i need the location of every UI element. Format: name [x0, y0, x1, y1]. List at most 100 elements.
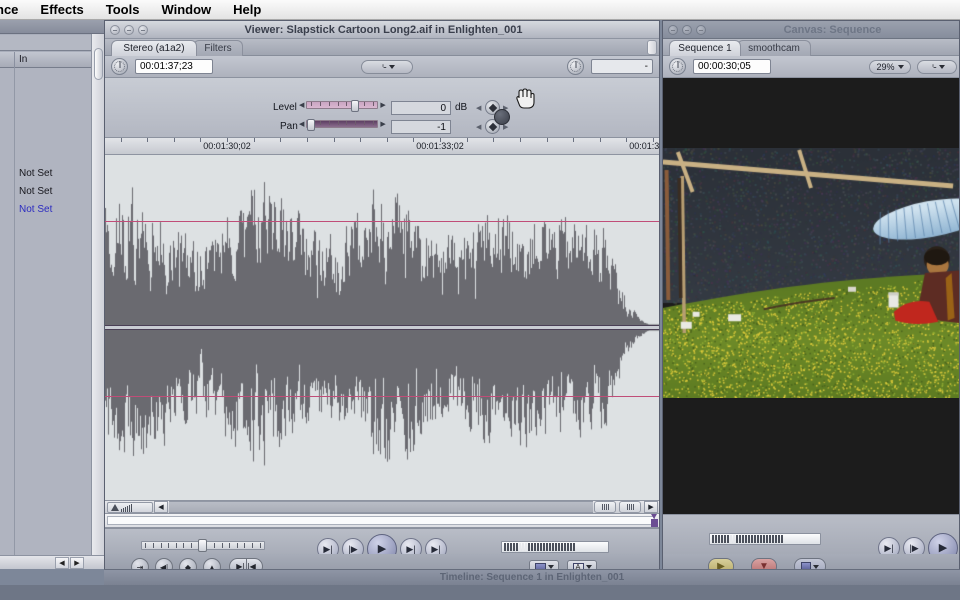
pan-decrease-icon[interactable]: ◀ — [299, 120, 304, 128]
zoom-level-label: 29% — [876, 62, 894, 72]
view-mode-icon: ⌎ — [379, 62, 385, 73]
ruler-tick — [467, 138, 468, 142]
column-divider — [14, 52, 15, 68]
list-item[interactable]: Not Set — [19, 204, 52, 215]
scroll-right-button[interactable]: ▶ — [70, 557, 84, 569]
menu-effects[interactable]: Effects — [29, 0, 94, 20]
scrollbar-track[interactable] — [169, 501, 593, 513]
pan-slider-thumb[interactable] — [307, 119, 315, 131]
canvas-timecode-dial-icon[interactable] — [669, 58, 686, 75]
menu-tools[interactable]: Tools — [95, 0, 151, 20]
chevron-down-icon — [813, 565, 819, 569]
waveform-channel-1[interactable] — [105, 155, 659, 325]
canvas-view-mode-button[interactable]: ⌎ — [917, 60, 957, 74]
viewer-current-timecode-field[interactable]: 00:01:37;23 — [135, 59, 213, 74]
zoom-button-icon[interactable] — [138, 25, 148, 35]
browser-item-list[interactable]: Not Set Not Set Not Set — [0, 68, 104, 558]
canvas-timecode-row: 00:00:30;05 29% ⌎ — [663, 56, 959, 78]
pan-keyframe-prev-icon[interactable]: ◀ — [476, 123, 481, 131]
canvas-title-bar[interactable]: Canvas: Sequence — [663, 21, 959, 39]
scroll-left-button[interactable]: ◀ — [154, 501, 168, 513]
viewer-window: Viewer: Slapstick Cartoon Long2.aif in E… — [104, 20, 660, 569]
level-slider-track[interactable] — [306, 101, 378, 109]
minimize-button-icon[interactable] — [682, 25, 692, 35]
window-controls[interactable] — [110, 25, 148, 35]
level-slider[interactable]: ◀ ▶ — [299, 101, 386, 109]
audio-waveform-display[interactable] — [105, 155, 659, 500]
viewer-scrubber-bar[interactable] — [105, 514, 659, 528]
viewer-tab-strip: Stereo (a1a2) Filters — [105, 39, 659, 56]
browser-horizontal-scrollbar[interactable]: ◀ ▶ — [0, 555, 104, 569]
level-decrease-icon[interactable]: ◀ — [299, 101, 304, 109]
timecode-dial-left-icon[interactable] — [111, 58, 128, 75]
viewer-time-ruler[interactable]: 00:01:30;02 00:01:33;02 00:01:36;02 — [105, 138, 659, 155]
ruler-label: 00:01:30;02 — [203, 141, 251, 151]
ruler-tick — [334, 138, 335, 142]
level-value-field[interactable]: 0 — [391, 101, 451, 115]
scrollbar-grip-right[interactable] — [619, 501, 641, 513]
canvas-window: Canvas: Sequence Sequence 1 smoothcam 00… — [662, 20, 960, 569]
tab-scroll-handle[interactable] — [647, 40, 657, 55]
viewer-title-text: Viewer: Slapstick Cartoon Long2.aif in E… — [148, 24, 619, 36]
zoom-slider[interactable] — [107, 502, 153, 513]
tab-stereo[interactable]: Stereo (a1a2) — [111, 40, 197, 56]
browser-column-header[interactable]: In — [0, 52, 104, 68]
ruler-tick — [520, 138, 521, 142]
menu-window[interactable]: Window — [150, 0, 222, 20]
canvas-current-timecode-field[interactable]: 00:00:30;05 — [693, 59, 771, 74]
list-item[interactable]: Not Set — [19, 186, 52, 197]
pan-slider-track[interactable] — [306, 120, 378, 128]
zoom-button-icon[interactable] — [696, 25, 706, 35]
video-frame-image — [663, 148, 959, 398]
scroll-right-button[interactable]: ▶ — [644, 501, 658, 513]
minimize-button-icon[interactable] — [124, 25, 134, 35]
browser-window: In Not Set Not Set Not Set ◀ ▶ — [0, 20, 104, 569]
canvas-zoom-menu[interactable]: 29% — [869, 60, 911, 74]
scrollbar-grip-left[interactable] — [594, 501, 616, 513]
timecode-dial-right-icon[interactable] — [567, 58, 584, 75]
scrollbar-thumb[interactable] — [94, 48, 103, 80]
shuttle-control[interactable] — [501, 541, 609, 553]
canvas-video-area[interactable] — [663, 78, 959, 514]
canvas-window-controls[interactable] — [668, 25, 706, 35]
timeline-window-title-bar[interactable]: Timeline: Sequence 1 in Enlighten_001 — [104, 569, 960, 585]
viewer-duration-timecode-field[interactable]: - — [591, 59, 653, 74]
viewer-title-bar[interactable]: Viewer: Slapstick Cartoon Long2.aif in E… — [105, 21, 659, 39]
playhead-marker[interactable] — [651, 514, 658, 528]
timeline-title-text: Timeline: Sequence 1 in Enlighten_001 — [440, 572, 624, 583]
canvas-shuttle-control[interactable] — [709, 533, 821, 545]
viewer-view-mode-button[interactable]: ⌎ — [361, 60, 413, 74]
tab-smoothcam[interactable]: smoothcam — [737, 40, 811, 56]
ruler-tick — [547, 138, 548, 142]
waveform-horizontal-scrollbar[interactable]: ◀ ▶ — [105, 500, 659, 514]
ruler-tick — [200, 138, 201, 142]
scrubber-track[interactable] — [107, 516, 655, 525]
ruler-tick — [626, 138, 627, 142]
level-overlay-line-ch2[interactable] — [105, 396, 659, 397]
level-keyframe-prev-icon[interactable]: ◀ — [476, 104, 481, 112]
level-increase-icon[interactable]: ▶ — [380, 101, 385, 109]
pan-increase-icon[interactable]: ▶ — [380, 120, 385, 128]
ruler-tick — [573, 138, 574, 142]
tab-filters[interactable]: Filters — [193, 40, 243, 56]
viewer-audio-controls: Level ◀ ▶ 0 dB ◀ ▶ Pan ◀ ▶ -1 ◀ ▶ — [105, 78, 659, 138]
level-overlay-line-ch1[interactable] — [105, 221, 659, 222]
waveform-channel-2[interactable] — [105, 330, 659, 500]
chevron-down-icon — [389, 65, 395, 69]
menu-help[interactable]: Help — [222, 0, 272, 20]
list-item[interactable]: Not Set — [19, 168, 52, 179]
tab-sequence-1[interactable]: Sequence 1 — [669, 40, 741, 56]
ruler-tick — [413, 138, 414, 142]
column-header-in[interactable]: In — [19, 54, 27, 65]
menu-sequence-clipped[interactable]: nce — [0, 0, 29, 20]
pan-value-field[interactable]: -1 — [391, 120, 451, 134]
pan-slider-ticks — [307, 121, 377, 127]
ruler-tick — [254, 138, 255, 142]
browser-vertical-scrollbar[interactable] — [91, 34, 104, 558]
jog-thumb[interactable] — [198, 539, 207, 552]
scroll-left-button[interactable]: ◀ — [55, 557, 69, 569]
pan-slider[interactable]: ◀ ▶ — [299, 120, 386, 128]
close-button-icon[interactable] — [668, 25, 678, 35]
close-button-icon[interactable] — [110, 25, 120, 35]
level-slider-thumb[interactable] — [351, 100, 359, 112]
